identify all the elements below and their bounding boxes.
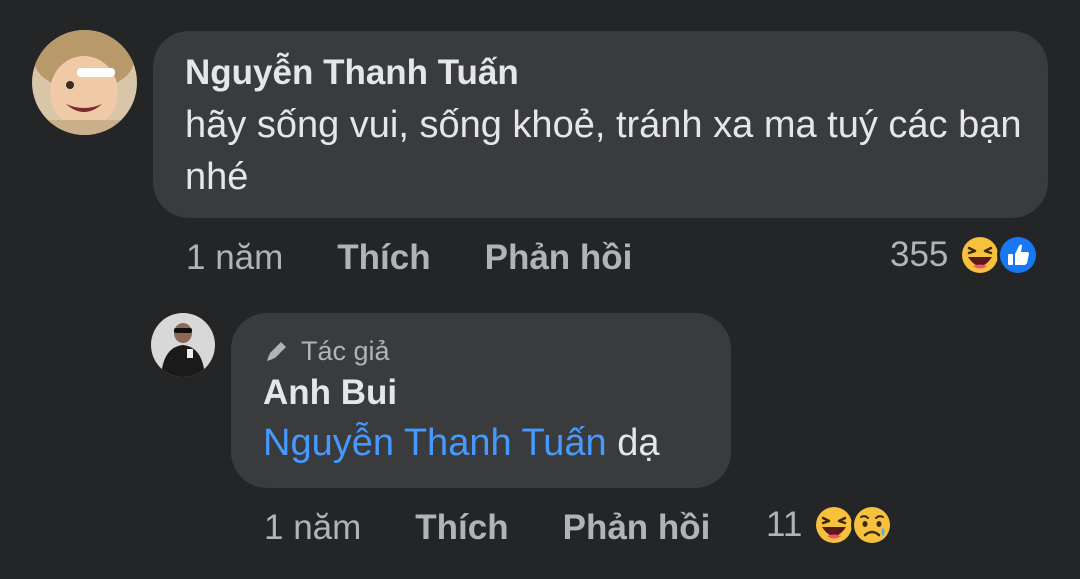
- author-badge-label: Tác giả: [301, 336, 390, 366]
- pencil-icon: [267, 342, 286, 361]
- reply-reaction-icons: [812, 503, 894, 547]
- avatar-commenter[interactable]: [32, 30, 137, 135]
- like-icon: [997, 234, 1040, 276]
- reaction-icons: [958, 233, 1040, 277]
- comment-actions: 1 năm Thích Phản hồi: [186, 236, 686, 280]
- comment-bubble: Nguyễn Thanh Tuấn hãy sống vui, sống kho…: [153, 31, 1048, 218]
- author-badge: Tác giả: [263, 335, 699, 367]
- comment-time[interactable]: 1 năm: [186, 238, 283, 278]
- reply-reply-button[interactable]: Phản hồi: [563, 508, 711, 548]
- reply-time[interactable]: 1 năm: [264, 508, 361, 548]
- comment-thread: Nguyễn Thanh Tuấn hãy sống vui, sống kho…: [0, 0, 1080, 579]
- reply-bubble: Tác giả Anh Bui Nguyễn Thanh Tuấn dạ: [231, 313, 731, 488]
- reply-actions: 1 năm Thích Phản hồi: [264, 506, 764, 550]
- avatar-reply-author[interactable]: [151, 313, 215, 377]
- comment-text: hãy sống vui, sống khoẻ, tránh xa ma tuý…: [185, 104, 1022, 198]
- reply-body: dạ: [617, 422, 660, 464]
- mention-link[interactable]: Nguyễn Thanh Tuấn: [263, 422, 607, 464]
- reply-like-button[interactable]: Thích: [415, 508, 508, 548]
- reply-reaction-count: 11: [766, 505, 803, 544]
- reply-button[interactable]: Phản hồi: [485, 238, 633, 278]
- reply-reactions[interactable]: 11: [766, 502, 894, 548]
- reaction-count: 355: [890, 235, 949, 274]
- sad-icon: [851, 504, 894, 546]
- comment-author[interactable]: Nguyễn Thanh Tuấn: [185, 53, 1016, 93]
- comment-reactions[interactable]: 355: [890, 232, 1040, 278]
- like-button[interactable]: Thích: [337, 238, 430, 278]
- reply-author[interactable]: Anh Bui: [263, 373, 699, 413]
- reply-text: Nguyễn Thanh Tuấn dạ: [263, 417, 699, 469]
